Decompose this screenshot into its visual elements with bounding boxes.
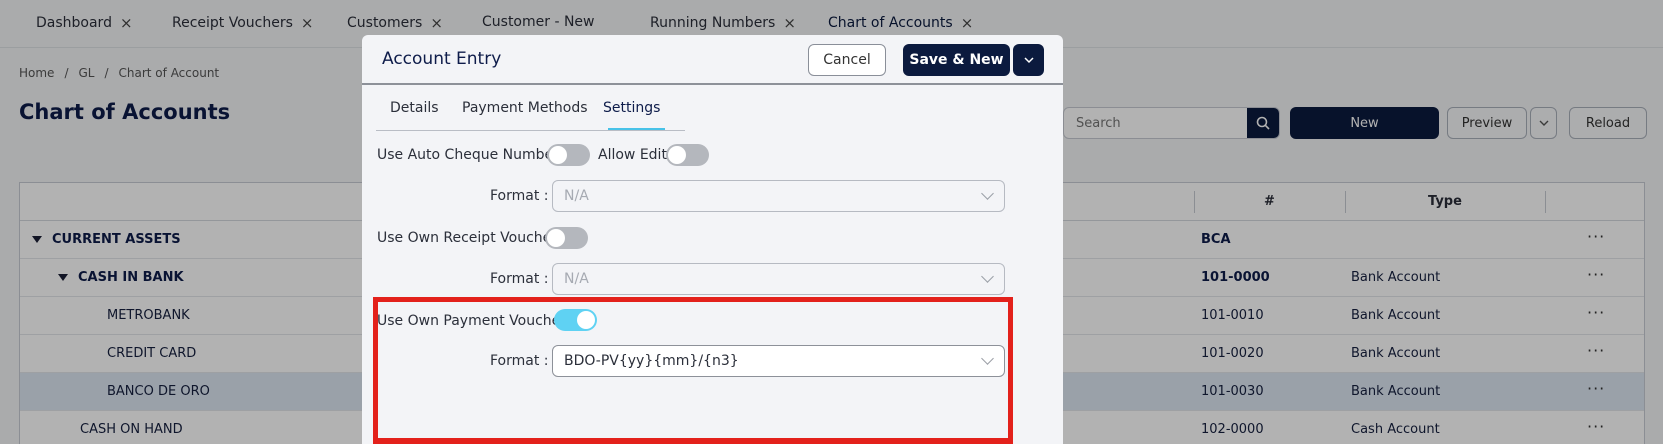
auto-cheque-toggle[interactable] — [547, 144, 590, 166]
allow-edit-label: Allow Edit: — [598, 147, 672, 163]
tab-details[interactable]: Details — [390, 100, 439, 116]
tab-settings[interactable]: Settings — [603, 100, 660, 116]
auto-cheque-label: Use Auto Cheque Number: — [377, 147, 564, 163]
dialog-header: Account Entry Cancel Save & New — [362, 35, 1063, 85]
cancel-button[interactable]: Cancel — [808, 44, 886, 76]
save-and-new-button[interactable]: Save & New — [903, 44, 1010, 76]
select-value: N/A — [564, 271, 589, 287]
toggle-knob — [668, 146, 686, 164]
dialog-tabs: Details Payment Methods Settings — [376, 87, 685, 131]
active-tab-indicator — [608, 128, 665, 130]
toggle-knob — [547, 229, 565, 247]
chevron-down-icon — [1023, 57, 1034, 64]
format-label: Format : — [490, 188, 549, 204]
dialog-title: Account Entry — [382, 49, 502, 69]
own-receipt-toggle[interactable] — [545, 227, 588, 249]
account-entry-dialog: Account Entry Cancel Save & New Details … — [362, 35, 1063, 444]
own-receipt-format-select[interactable]: N/A — [552, 263, 1005, 295]
highlight-box-bottom — [373, 438, 1013, 444]
tab-payment-methods[interactable]: Payment Methods — [462, 100, 588, 116]
toggle-knob — [549, 146, 567, 164]
chevron-down-icon — [981, 187, 994, 200]
own-receipt-label: Use Own Receipt Voucher: — [377, 230, 562, 246]
highlight-box — [373, 297, 1013, 444]
save-options-dropdown-button[interactable] — [1013, 44, 1044, 76]
select-value: N/A — [564, 188, 589, 204]
format-label: Format : — [490, 271, 549, 287]
allow-edit-toggle[interactable] — [666, 144, 709, 166]
auto-cheque-format-select[interactable]: N/A — [552, 180, 1005, 212]
chevron-down-icon — [981, 270, 994, 283]
